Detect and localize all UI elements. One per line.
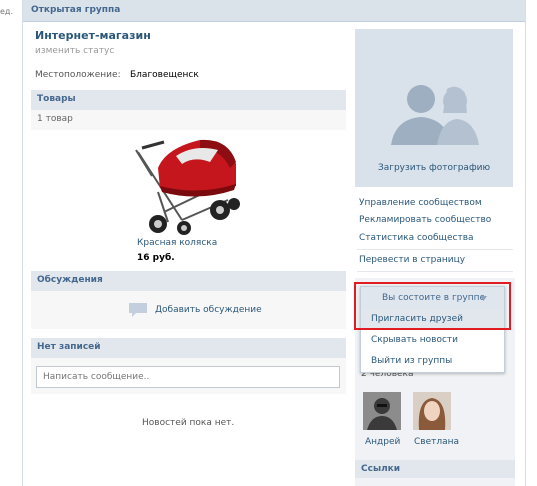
hide-news-item[interactable]: Скрывать новости xyxy=(361,330,504,350)
wall-title: Нет записей xyxy=(37,342,101,352)
products-title: Товары xyxy=(37,94,76,104)
products-count: 1 товар xyxy=(37,114,73,124)
speech-bubble-icon xyxy=(129,303,147,317)
group-title: Интернет-магазин xyxy=(35,29,151,42)
hide-news-label: Скрывать новости xyxy=(371,335,459,345)
leave-group-item[interactable]: Выйти из группы xyxy=(361,351,504,371)
member-avatar[interactable] xyxy=(363,392,401,430)
discussions-header[interactable]: Обсуждения xyxy=(31,271,346,291)
group-silhouette-icon xyxy=(391,85,479,145)
group-type-header: Открытая группа xyxy=(23,0,525,22)
member-name-link[interactable]: Светлана xyxy=(414,437,459,447)
location-label: Местоположение: xyxy=(35,70,121,80)
convert-to-page-link[interactable]: Перевести в страницу xyxy=(359,255,465,265)
stroller-image[interactable] xyxy=(102,128,242,236)
divider xyxy=(357,249,513,250)
highlight-frame xyxy=(354,282,511,330)
products-header[interactable]: Товары xyxy=(31,90,346,110)
product-price: 16 руб. xyxy=(137,253,175,263)
promote-community-link[interactable]: Рекламировать сообщество xyxy=(359,215,491,225)
location-value: Благовещенск xyxy=(130,70,199,80)
group-photo-placeholder[interactable]: Загрузить фотографию xyxy=(355,29,513,187)
discussions-title: Обсуждения xyxy=(37,275,103,285)
product-name-link[interactable]: Красная коляска xyxy=(137,238,217,248)
upload-photo-link[interactable]: Загрузить фотографию xyxy=(355,163,513,173)
links-title: Ссылки xyxy=(361,464,401,474)
change-status-link[interactable]: изменить статус xyxy=(35,46,114,56)
manage-community-link[interactable]: Управление сообществом xyxy=(359,198,482,208)
no-news-text: Новостей пока нет. xyxy=(142,418,235,428)
group-type-label: Открытая группа xyxy=(31,5,121,15)
wall-header: Нет записей xyxy=(31,338,346,358)
add-discussion-link[interactable]: Добавить обсуждение xyxy=(155,305,262,315)
products-count-bar: 1 товар xyxy=(31,110,346,130)
cut-off-text: ед. xyxy=(0,7,13,16)
member-name-link[interactable]: Андрей xyxy=(365,437,400,447)
community-stats-link[interactable]: Статистика сообщества xyxy=(359,233,474,243)
links-header[interactable]: Ссылки xyxy=(355,460,515,478)
member-avatar[interactable] xyxy=(413,392,451,430)
divider xyxy=(357,271,513,272)
leave-group-label: Выйти из группы xyxy=(371,356,453,366)
message-input[interactable] xyxy=(36,366,340,388)
